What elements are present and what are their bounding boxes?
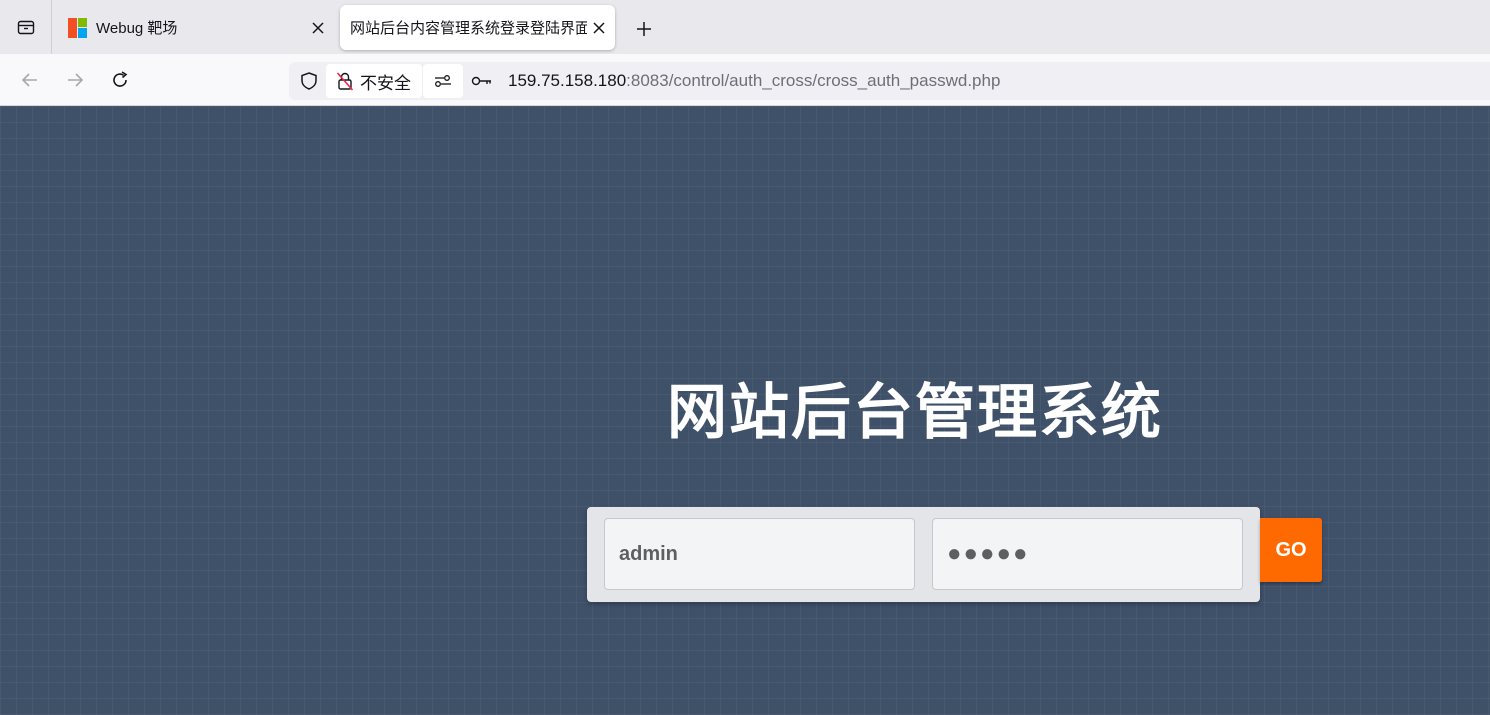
page-title: 网站后台管理系统: [667, 378, 1163, 448]
tab-login-page[interactable]: 网站后台内容管理系统登录登陆界面: [340, 5, 615, 50]
tab-close-button[interactable]: [306, 16, 330, 40]
url-path: :8083/control/auth_cross/cross_auth_pass…: [626, 71, 1001, 90]
url-bar[interactable]: 不安全 159.75.158.180:8083/control/auth_cro…: [289, 62, 1490, 100]
forward-button[interactable]: [61, 66, 89, 94]
page-content: 网站后台管理系统 admin ●●●●● GO: [0, 106, 1490, 715]
username-input[interactable]: admin: [604, 518, 915, 590]
insecure-lock-icon: [336, 72, 354, 91]
plus-icon: [637, 22, 651, 36]
back-arrow-icon: [21, 73, 37, 87]
go-button[interactable]: GO: [1260, 518, 1322, 582]
password-input[interactable]: ●●●●●: [932, 518, 1243, 590]
new-tab-button[interactable]: [630, 15, 658, 43]
tab-title: 网站后台内容管理系统登录登陆界面: [350, 20, 587, 37]
close-icon: [312, 21, 324, 34]
shield-icon: [301, 72, 317, 90]
password-manager-button[interactable]: [470, 69, 494, 93]
permissions-icon: [435, 75, 451, 87]
url-host: 159.75.158.180: [508, 71, 627, 90]
tab-webug[interactable]: Webug 靶场: [58, 5, 334, 50]
tab-close-button[interactable]: [587, 16, 611, 40]
security-label: 不安全: [360, 73, 411, 93]
permissions-button[interactable]: [423, 64, 463, 98]
tracking-protection-button[interactable]: [297, 69, 321, 93]
navigation-toolbar: 不安全 159.75.158.180:8083/control/auth_cro…: [0, 54, 1490, 106]
login-form: admin ●●●●●: [587, 507, 1260, 602]
tab-strip: Webug 靶场 网站后台内容管理系统登录登陆界面: [0, 0, 1490, 54]
tab-overview-icon: [17, 20, 34, 35]
url-text[interactable]: 159.75.158.180:8083/control/auth_cross/c…: [508, 71, 1000, 91]
forward-arrow-icon: [68, 73, 84, 87]
back-button[interactable]: [16, 66, 44, 94]
webug-favicon-icon: [68, 17, 88, 38]
site-security-button[interactable]: 不安全: [326, 64, 422, 98]
close-icon: [593, 21, 605, 34]
tab-overview-button[interactable]: [0, 0, 52, 54]
key-icon: [471, 76, 491, 86]
reload-icon: [113, 71, 128, 87]
tab-title: Webug 靶场: [96, 20, 178, 37]
reload-button[interactable]: [106, 66, 134, 94]
